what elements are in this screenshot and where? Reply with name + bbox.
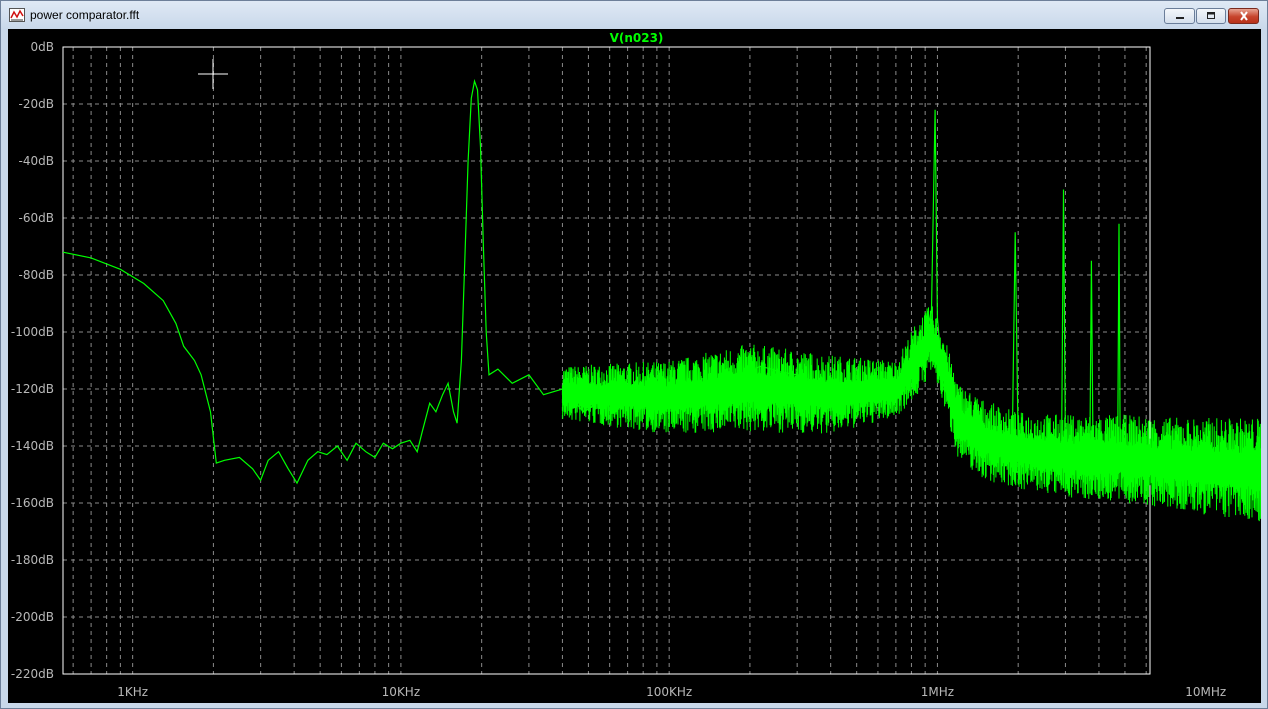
x-tick-label: 1KHz: [117, 685, 148, 699]
minimize-button[interactable]: [1164, 8, 1195, 24]
minimize-icon: [1175, 17, 1184, 19]
close-icon: [1239, 11, 1248, 21]
y-tick-label: -180dB: [11, 553, 54, 567]
title-bar[interactable]: power comparator.fft: [1, 1, 1267, 29]
y-tick-label: -160dB: [11, 496, 54, 510]
y-tick-label: -120dB: [11, 382, 54, 396]
y-tick-label: -100dB: [11, 325, 54, 339]
y-tick-label: -220dB: [11, 667, 54, 681]
y-axis-ticks: 0dB -20dB -40dB -60dB -80dB -100dB -120dB -140d…: [11, 40, 54, 681]
y-tick-label: -200dB: [11, 610, 54, 624]
window-title: power comparator.fft: [30, 8, 140, 22]
y-tick-label: -80dB: [19, 268, 54, 282]
plot-frame: [62, 46, 1151, 675]
plot-grid: [63, 46, 1150, 675]
y-tick-label: -60dB: [19, 211, 54, 225]
x-tick-label: 10KHz: [382, 685, 420, 699]
fft-plot[interactable]: 0dB -20dB -40dB -60dB -80dB -100dB -120dB -140d…: [8, 29, 1261, 703]
waveform-viewer[interactable]: 0dB -20dB -40dB -60dB -80dB -100dB -120dB -140d…: [8, 29, 1261, 703]
close-button[interactable]: [1228, 8, 1259, 24]
x-tick-label: 1MHz: [921, 685, 954, 699]
x-tick-label: 100KHz: [646, 685, 692, 699]
waveform-plot-icon: [9, 8, 25, 22]
trace-title[interactable]: V(n023): [610, 31, 664, 45]
y-tick-label: -40dB: [19, 154, 54, 168]
trace-line[interactable]: [62, 78, 1261, 574]
y-tick-label: 0dB: [31, 40, 54, 54]
maximize-button[interactable]: [1196, 8, 1226, 24]
y-tick-label: -140dB: [11, 439, 54, 453]
maximize-icon: [1207, 12, 1215, 19]
x-axis-ticks: 1KHz 10KHz 100KHz 1MHz 10MHz: [117, 685, 1226, 699]
fft-window: power comparator.fft 0dB -20dB -40dB -60dB -…: [0, 0, 1268, 709]
trace-layer: [62, 78, 1261, 574]
x-tick-label: 10MHz: [1185, 685, 1226, 699]
y-tick-label: -20dB: [19, 97, 54, 111]
crosshair-cursor-icon: [198, 59, 228, 89]
